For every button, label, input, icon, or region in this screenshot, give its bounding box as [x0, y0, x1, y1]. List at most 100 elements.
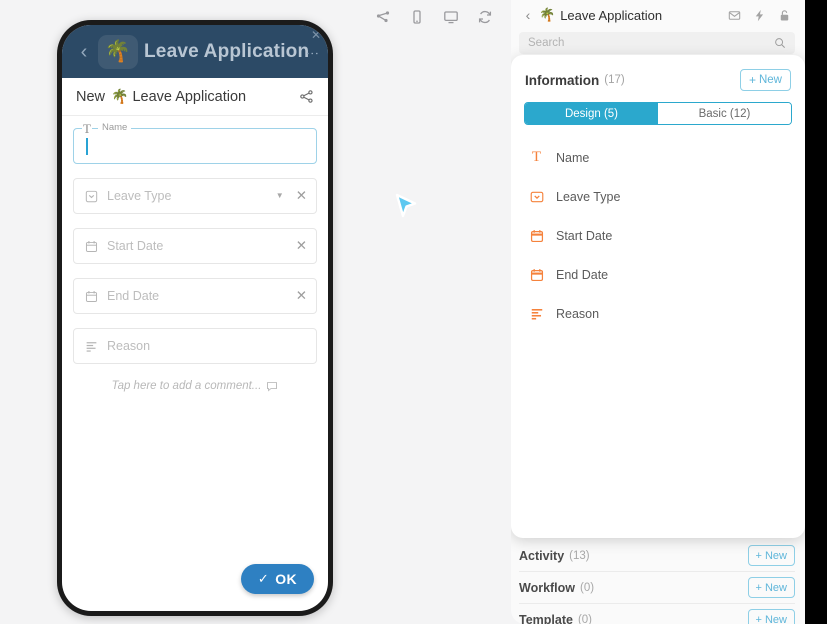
- phone-mockup: ‹ 🌴 Leave Application ✕ ⋮ New 🌴 Leave Ap…: [57, 20, 333, 616]
- text-editor-icon: [83, 340, 99, 353]
- search-icon[interactable]: [774, 37, 786, 49]
- section-new-button[interactable]: + New: [747, 577, 795, 598]
- field-start-date[interactable]: Start Date ✕: [73, 228, 317, 264]
- panel-tabs: Design (5) Basic (12): [524, 102, 792, 125]
- desktop-app-window: ‹ 🌴 Leave Application Search Information…: [511, 0, 827, 624]
- section-count: (0): [577, 613, 593, 624]
- field-list-item-label: End Date: [556, 267, 609, 282]
- share-network-icon[interactable]: [375, 9, 391, 25]
- check-icon: ✓: [257, 571, 270, 586]
- mouse-pointer: [388, 189, 422, 223]
- form-doctype-label: Leave Application: [132, 88, 247, 105]
- form-fields: T Name Leave Type ▼ ✕ Start Date ✕ End D…: [62, 116, 328, 392]
- text-editor-icon: [528, 307, 545, 321]
- section-new-button[interactable]: + New: [747, 609, 795, 624]
- field-list-item-leave-type[interactable]: Leave Type: [511, 177, 805, 216]
- field-list-item-reason[interactable]: Reason: [511, 294, 805, 333]
- doctype-emoji-icon: 🌴: [539, 7, 556, 22]
- calendar-icon: [528, 268, 545, 282]
- new-field-button[interactable]: + New: [739, 69, 791, 91]
- section-new-button-label: New: [764, 613, 787, 624]
- search-input[interactable]: Search: [519, 32, 795, 54]
- tab-basic[interactable]: Basic (12): [658, 103, 791, 124]
- add-comment-row[interactable]: Tap here to add a comment...: [73, 380, 317, 392]
- back-icon[interactable]: ‹: [72, 42, 96, 62]
- information-panel-count: (17): [604, 74, 625, 86]
- section-list: Activity (13) + New Workflow (0) + New T…: [519, 540, 795, 624]
- form-header: New 🌴 Leave Application: [62, 78, 328, 116]
- chevron-down-icon[interactable]: ▼: [276, 192, 284, 200]
- information-panel: Information (17) + New Design (5) Basic …: [511, 55, 805, 538]
- section-count: (13): [569, 549, 590, 562]
- new-field-button-label: New: [758, 74, 782, 86]
- plus-icon: +: [755, 549, 762, 562]
- field-end-date-placeholder: End Date: [107, 289, 160, 303]
- section-new-button[interactable]: + New: [747, 545, 795, 566]
- plus-icon: +: [748, 73, 756, 87]
- mail-icon[interactable]: [728, 9, 741, 22]
- doctype-emoji-icon: 🌴: [111, 88, 129, 104]
- phone-screen: ‹ 🌴 Leave Application ✕ ⋮ New 🌴 Leave Ap…: [62, 25, 328, 611]
- app-title: Leave Application: [560, 7, 663, 23]
- field-start-date-placeholder: Start Date: [107, 239, 164, 253]
- form-new-label: New: [76, 88, 106, 105]
- section-name: Template: [519, 612, 573, 624]
- app-logo-icon: 🌴: [98, 34, 138, 69]
- field-list-item-end-date[interactable]: End Date: [511, 255, 805, 294]
- field-leave-type-placeholder: Leave Type: [107, 189, 172, 203]
- phone-app-title: Leave Application: [144, 40, 310, 62]
- refresh-icon[interactable]: [477, 9, 493, 25]
- ok-button[interactable]: ✓ OK: [240, 564, 314, 594]
- add-comment-label: Tap here to add a comment...: [111, 380, 262, 392]
- back-icon[interactable]: ‹: [519, 7, 537, 23]
- information-panel-title: Information: [525, 72, 600, 88]
- calendar-icon: [528, 229, 545, 243]
- information-panel-header: Information (17) + New: [511, 55, 805, 91]
- plus-icon: +: [755, 581, 762, 594]
- section-row-template[interactable]: Template (0) + New: [519, 604, 795, 624]
- section-row-activity[interactable]: Activity (13) + New: [519, 540, 795, 572]
- select-field-icon: [83, 190, 99, 203]
- field-list: T Name Leave Type Start Date End Date Re…: [511, 138, 805, 333]
- clear-icon[interactable]: ✕: [296, 289, 307, 303]
- field-list-item-label: Reason: [556, 306, 600, 321]
- close-icon[interactable]: ✕: [311, 29, 321, 41]
- desktop-device-icon[interactable]: [443, 9, 459, 25]
- window-dark-edge: [789, 0, 827, 624]
- tab-design[interactable]: Design (5): [525, 103, 658, 124]
- text-field-icon: T: [531, 149, 542, 165]
- field-list-item-name[interactable]: T Name: [511, 138, 805, 177]
- field-list-item-label: Name: [556, 150, 590, 165]
- app-titlebar: ‹ 🌴 Leave Application: [511, 0, 803, 30]
- field-name-label: Name: [98, 122, 132, 133]
- clear-icon[interactable]: ✕: [296, 239, 307, 253]
- mobile-device-icon[interactable]: [409, 9, 425, 25]
- phone-app-header: ‹ 🌴 Leave Application ✕ ⋮: [62, 25, 328, 78]
- overflow-menu-icon[interactable]: ⋮: [305, 47, 320, 60]
- section-new-button-label: New: [764, 549, 787, 562]
- field-name[interactable]: T Name: [73, 121, 317, 164]
- section-new-button-label: New: [764, 581, 787, 594]
- section-name: Workflow: [519, 580, 576, 595]
- field-list-item-label: Start Date: [556, 228, 613, 243]
- section-row-workflow[interactable]: Workflow (0) + New: [519, 572, 795, 604]
- search-placeholder: Search: [528, 37, 565, 49]
- field-list-item-start-date[interactable]: Start Date: [511, 216, 805, 255]
- field-end-date[interactable]: End Date ✕: [73, 278, 317, 314]
- share-icon[interactable]: [299, 89, 314, 104]
- unlock-icon[interactable]: [778, 9, 791, 22]
- select-field-icon: [528, 190, 545, 204]
- section-name: Activity: [519, 548, 565, 563]
- field-reason-placeholder: Reason: [107, 339, 151, 353]
- field-reason[interactable]: Reason: [73, 328, 317, 364]
- field-leave-type[interactable]: Leave Type ▼ ✕: [73, 178, 317, 214]
- calendar-icon: [83, 240, 99, 253]
- clear-icon[interactable]: ✕: [296, 189, 307, 203]
- field-list-item-label: Leave Type: [556, 189, 621, 204]
- ok-button-label: OK: [275, 571, 297, 587]
- section-count: (0): [580, 581, 595, 594]
- text-field-icon: T: [82, 121, 92, 136]
- titlebar-icons: [728, 9, 795, 22]
- lightning-bolt-icon[interactable]: [753, 9, 766, 22]
- device-preview-toolbar: [375, 4, 526, 30]
